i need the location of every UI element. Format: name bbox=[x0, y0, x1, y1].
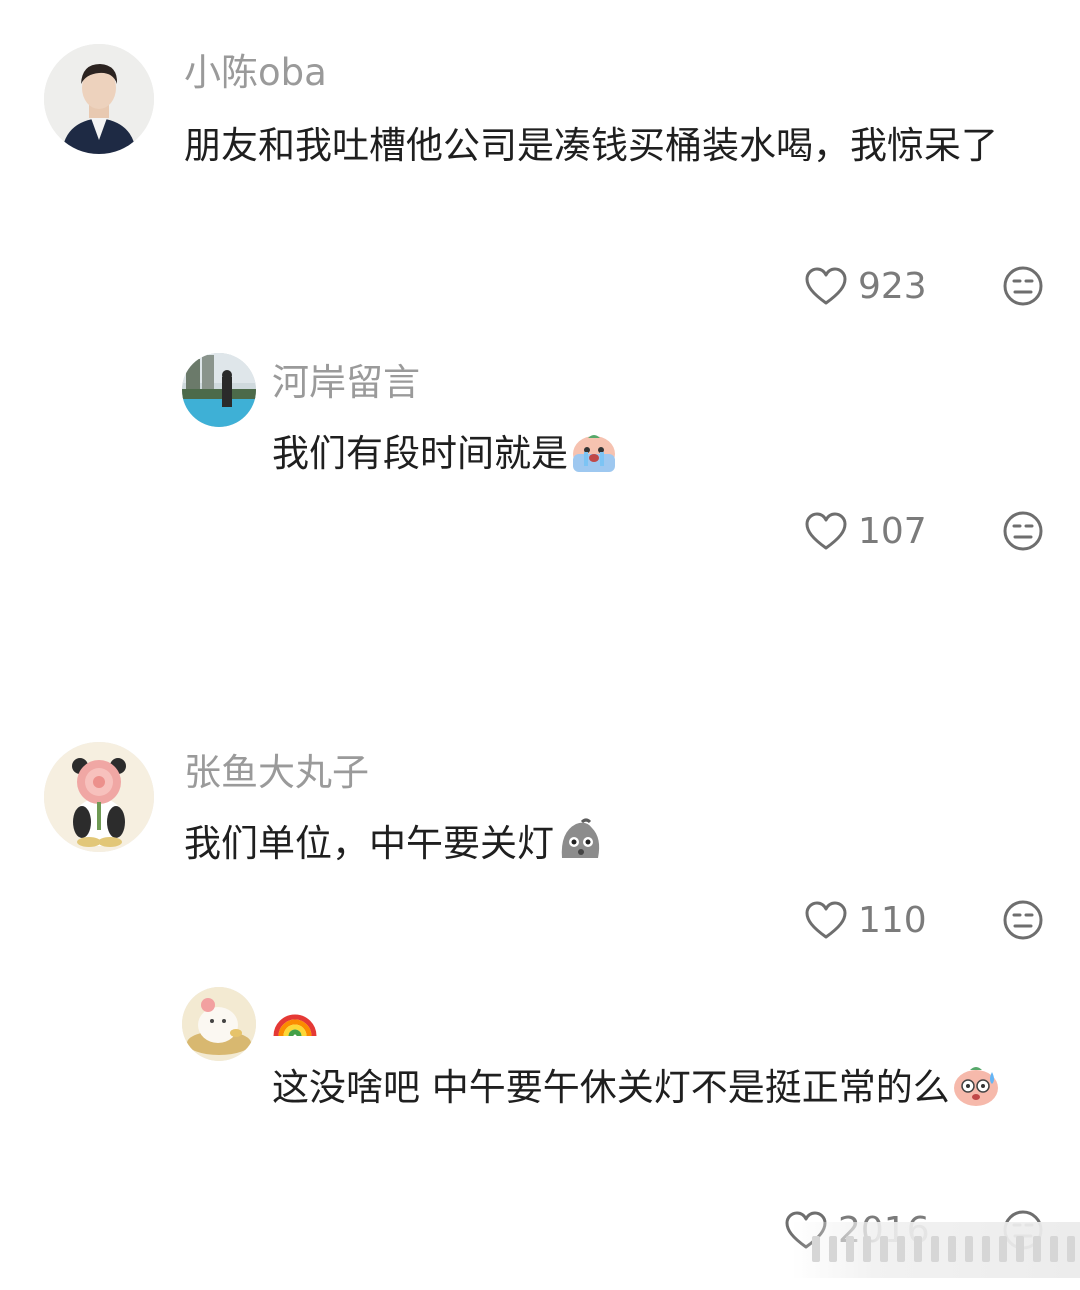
meh-face-icon[interactable] bbox=[1002, 899, 1044, 941]
avatar[interactable] bbox=[44, 44, 154, 154]
reply-actions: 107 bbox=[804, 507, 1044, 555]
reply-text-content: 这没啥吧 中午要午休关灯不是挺正常的么 bbox=[272, 1066, 950, 1109]
sweating-face-emoji bbox=[952, 1062, 1000, 1108]
heart-outline-icon[interactable] bbox=[804, 900, 848, 940]
meh-face-icon[interactable] bbox=[1002, 265, 1044, 307]
comment-actions: 110 bbox=[804, 896, 1044, 944]
heart-outline-icon[interactable] bbox=[804, 266, 848, 306]
comment-actions: 923 bbox=[804, 262, 1044, 310]
avatar[interactable] bbox=[44, 742, 154, 852]
like-count: 923 bbox=[858, 265, 927, 307]
comment-text: 我们单位，中午要关灯 bbox=[184, 812, 1034, 876]
comment-text-content: 我们单位，中午要关灯 bbox=[184, 822, 554, 865]
username[interactable]: 河岸留言 bbox=[272, 360, 420, 406]
rainbow-emoji bbox=[272, 994, 318, 1044]
username[interactable]: 张鱼大丸子 bbox=[184, 750, 369, 796]
username[interactable]: 小陈oba bbox=[184, 50, 327, 96]
reply-text: 我们有段时间就是 bbox=[272, 422, 1032, 486]
watermark bbox=[792, 1222, 1080, 1278]
crying-face-emoji bbox=[570, 430, 618, 474]
watermark-bars bbox=[812, 1236, 1080, 1262]
meh-face-icon[interactable] bbox=[1002, 510, 1044, 552]
reply-text-content: 我们有段时间就是 bbox=[272, 432, 568, 475]
heart-outline-icon[interactable] bbox=[804, 511, 848, 551]
like-count: 110 bbox=[858, 899, 927, 941]
like-count: 107 bbox=[858, 510, 927, 552]
avatar[interactable] bbox=[182, 987, 256, 1061]
avatar[interactable] bbox=[182, 353, 256, 427]
gray-shocked-face-emoji bbox=[556, 818, 604, 864]
reply-text: 这没啥吧 中午要午休关灯不是挺正常的么 bbox=[272, 1056, 1052, 1120]
comment-text: 朋友和我吐槽他公司是凑钱买桶装水喝，我惊呆了 bbox=[184, 124, 998, 167]
